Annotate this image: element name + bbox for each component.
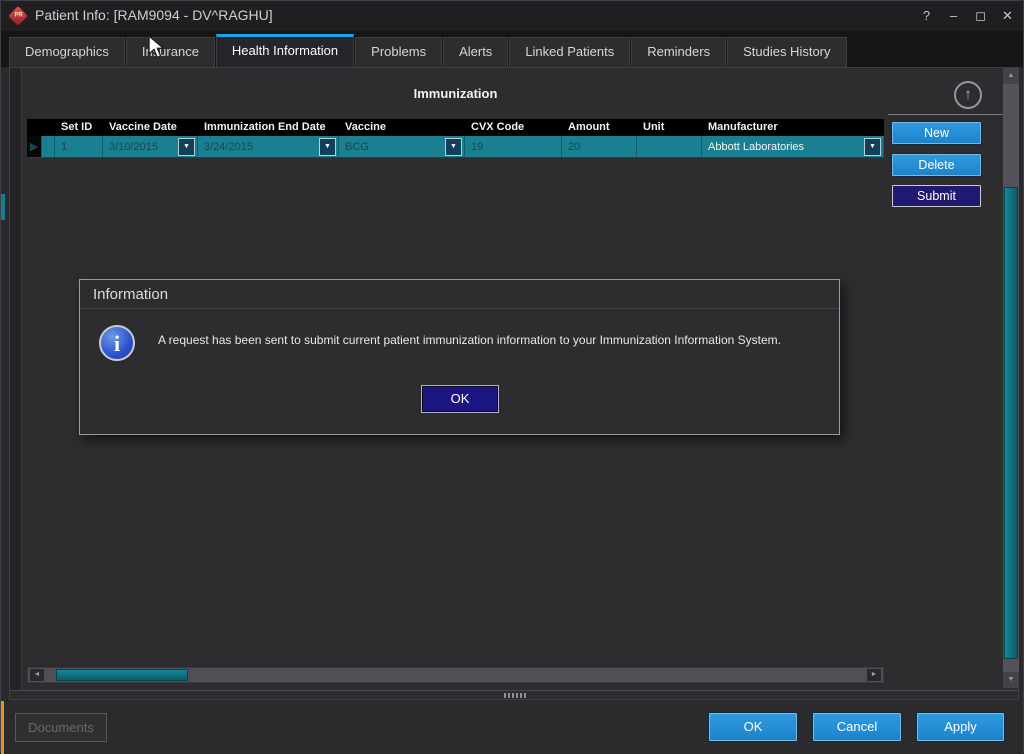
grid-header-row: Set ID Vaccine Date Immunization End Dat… [27,119,884,136]
scroll-left-icon[interactable]: ◄ [30,669,44,681]
end-date-dropdown-icon[interactable]: ▼ [319,138,336,156]
end-date-value: 3/24/2015 [204,137,319,157]
maximize-button[interactable]: ◻ [967,4,994,28]
header-vaccine[interactable]: Vaccine [339,119,465,136]
table-row[interactable]: ▶ 1 3/10/2015 ▼ 3/24/2015 ▼ BCG ▼ 19 20 [27,136,884,158]
cancel-button[interactable]: Cancel [813,713,901,741]
app-logo-text: PR [12,12,26,18]
health-information-panel: Immunization ↑ Set ID Vaccine Date Immun… [9,67,1019,700]
app-logo-icon: PR [8,6,28,26]
help-button[interactable]: ? [913,4,940,28]
dialog-title: Information [80,280,839,309]
header-manufacturer[interactable]: Manufacturer [702,119,884,136]
header-immunization-end-date[interactable]: Immunization End Date [198,119,339,136]
row-selector-icon[interactable]: ▶ [27,136,42,157]
cell-set-id[interactable]: 1 [55,136,103,157]
window-title: Patient Info: [RAM9094 - DV^RAGHU] [35,7,273,23]
cell-cvx-code[interactable]: 19 [465,136,562,157]
footer-bar: Documents OK Cancel Apply [1,701,1023,754]
scroll-right-icon[interactable]: ► [867,669,881,681]
header-amount[interactable]: Amount [562,119,637,136]
vertical-scrollbar[interactable]: ▲ ▼ [1003,68,1019,688]
new-button[interactable]: New [892,122,981,144]
vaccine-date-value: 3/10/2015 [109,137,178,157]
horizontal-scrollbar[interactable]: ◄ ► [27,667,884,683]
left-edge-teal-marker [1,194,5,220]
header-gap [42,119,55,136]
header-vaccine-date[interactable]: Vaccine Date [103,119,198,136]
vertical-scroll-thumb[interactable] [1004,187,1018,659]
cell-immunization-end-date[interactable]: 3/24/2015 ▼ [198,136,339,157]
vaccine-date-dropdown-icon[interactable]: ▼ [178,138,195,156]
vaccine-dropdown-icon[interactable]: ▼ [445,138,462,156]
info-icon: i [99,325,135,361]
tab-linked-patients[interactable]: Linked Patients [509,37,630,67]
scroll-up-icon[interactable]: ▲ [1003,68,1019,84]
cvx-code-value: 19 [471,137,561,157]
section-title: Immunization [27,86,884,101]
splitter-bar[interactable] [10,690,1018,699]
cell-vaccine-date[interactable]: 3/10/2015 ▼ [103,136,198,157]
left-edge-orange-marker [1,701,4,754]
title-bar: PR Patient Info: [RAM9094 - DV^RAGHU] ? … [1,1,1023,31]
delete-button[interactable]: Delete [892,154,981,176]
tab-studies-history[interactable]: Studies History [727,37,846,67]
left-gutter [10,68,22,699]
tab-insurance[interactable]: Insurance [126,37,215,67]
section-divider [888,114,1006,115]
dialog-ok-button[interactable]: OK [421,385,499,413]
horizontal-scroll-thumb[interactable] [56,669,188,681]
manufacturer-value: Abbott Laboratories [708,137,864,157]
tab-demographics[interactable]: Demographics [9,37,125,67]
cell-amount[interactable]: 20 [562,136,637,157]
patient-info-window: PR Patient Info: [RAM9094 - DV^RAGHU] ? … [0,0,1024,753]
amount-value: 20 [568,137,636,157]
row-gap-cell [42,136,55,157]
cell-manufacturer[interactable]: Abbott Laboratories ▼ [702,136,884,157]
submit-button[interactable]: Submit [892,185,981,207]
ok-button[interactable]: OK [709,713,797,741]
tab-reminders[interactable]: Reminders [631,37,726,67]
scroll-down-icon[interactable]: ▼ [1003,672,1019,688]
collapse-section-icon[interactable]: ↑ [954,81,982,109]
manufacturer-dropdown-icon[interactable]: ▼ [864,138,881,156]
minimize-button[interactable]: – [940,4,967,28]
splitter-grip-icon[interactable] [504,693,526,698]
header-set-id[interactable]: Set ID [55,119,103,136]
cell-vaccine[interactable]: BCG ▼ [339,136,465,157]
apply-button[interactable]: Apply [917,713,1004,741]
header-cvx-code[interactable]: CVX Code [465,119,562,136]
documents-button[interactable]: Documents [15,713,107,742]
tab-health-information[interactable]: Health Information [216,34,354,67]
information-dialog: Information i A request has been sent to… [79,279,840,435]
vaccine-value: BCG [345,137,445,157]
tab-alerts[interactable]: Alerts [443,37,508,67]
header-unit[interactable]: Unit [637,119,702,136]
immunization-grid: Set ID Vaccine Date Immunization End Dat… [27,119,884,158]
mouse-cursor-icon [147,35,167,66]
cell-unit[interactable] [637,136,702,157]
header-selector [27,119,42,136]
close-button[interactable]: ✕ [994,4,1021,28]
window-controls: ? – ◻ ✕ [913,4,1021,28]
dialog-message: A request has been sent to submit curren… [158,332,823,348]
tab-problems[interactable]: Problems [355,37,442,67]
set-id-value: 1 [61,137,102,157]
